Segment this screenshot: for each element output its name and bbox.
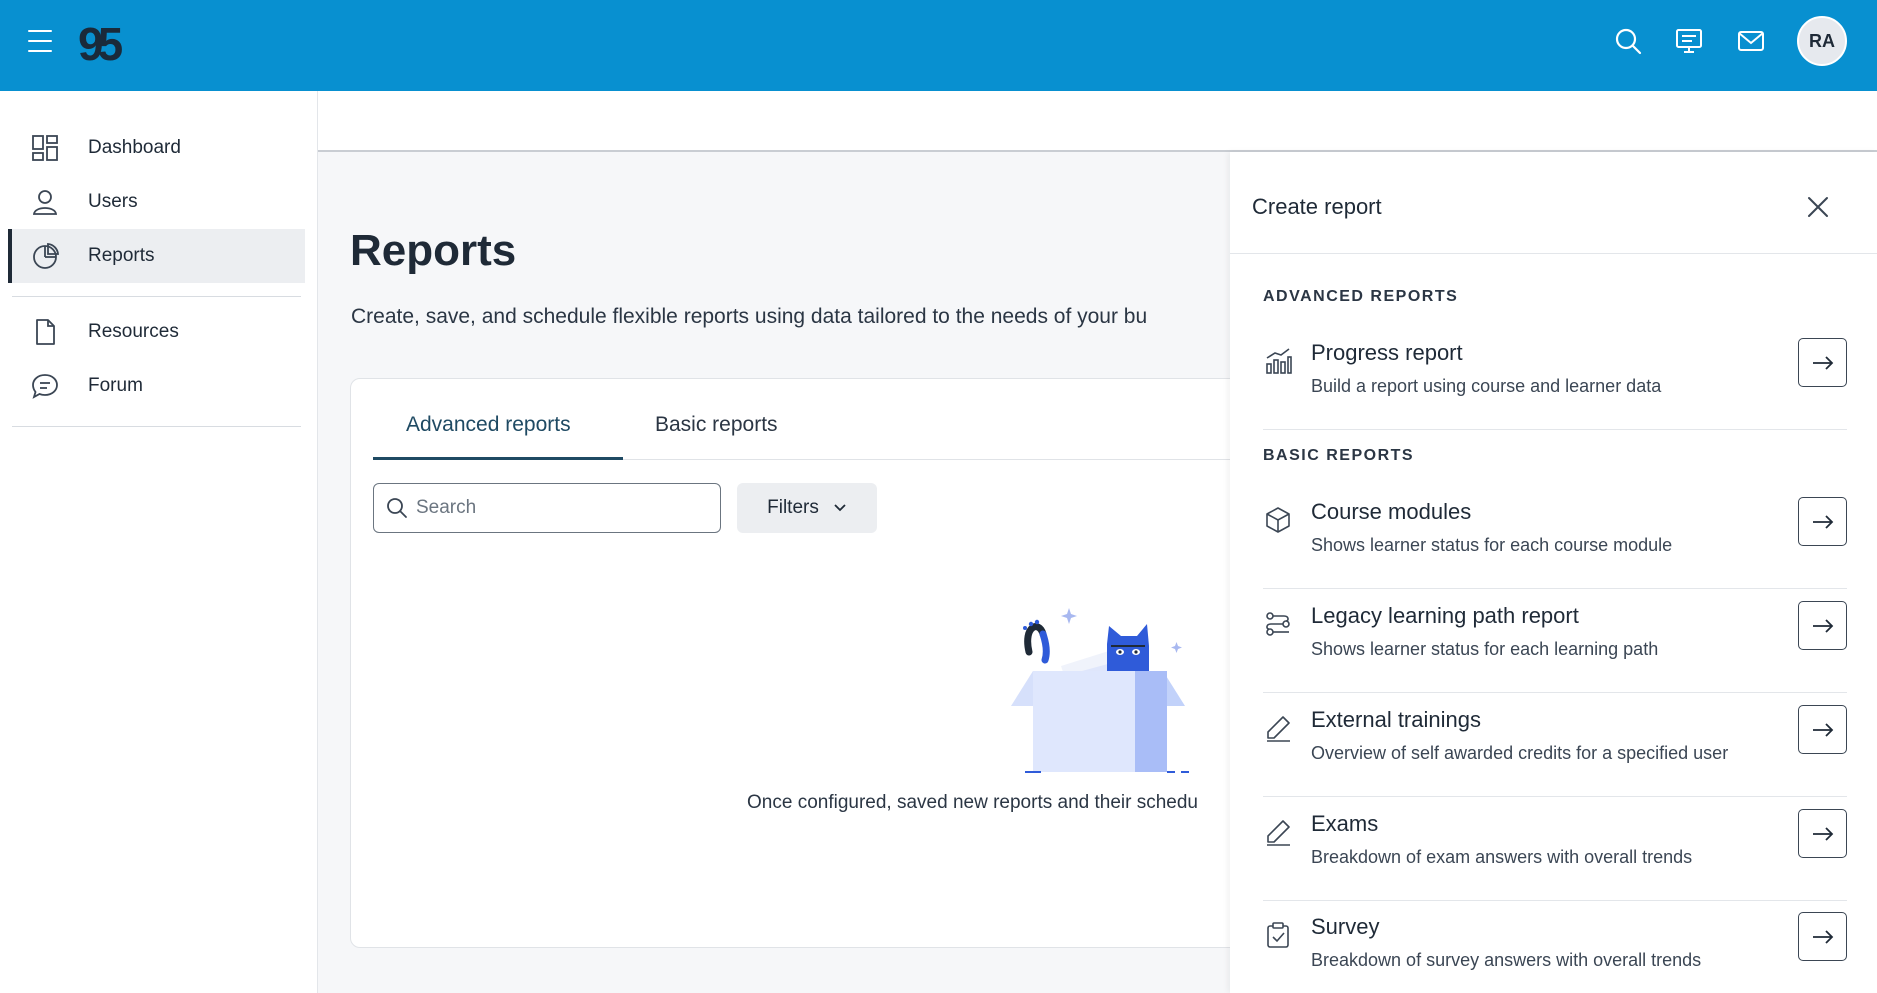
search-input[interactable]: [416, 497, 696, 519]
chevron-down-icon: [834, 504, 846, 512]
report-title: Survey: [1311, 914, 1380, 939]
report-option-legacy-learning-path[interactable]: Legacy learning path report Shows learne…: [1263, 589, 1847, 693]
page-description: Create, save, and schedule flexible repo…: [351, 305, 1148, 328]
path-icon: [1263, 609, 1293, 639]
filters-label: Filters: [767, 497, 819, 518]
report-title: Course modules: [1311, 499, 1472, 524]
arrow-right-icon: [1812, 929, 1833, 944]
pie-chart-icon: [30, 241, 60, 271]
tab-advanced-reports[interactable]: Advanced reports: [406, 413, 571, 437]
report-description: Breakdown of survey answers with overall…: [1311, 950, 1702, 970]
report-description: Breakdown of exam answers with overall t…: [1311, 847, 1693, 867]
svg-text:95: 95: [78, 18, 123, 70]
arrow-right-button[interactable]: [1798, 601, 1847, 650]
chat-icon: [30, 371, 60, 401]
section-label-basic: BASIC REPORTS: [1263, 447, 1415, 464]
report-option-exams[interactable]: Exams Breakdown of exam answers with ove…: [1263, 797, 1847, 901]
report-option-progress[interactable]: Progress report Build a report using cou…: [1263, 326, 1847, 430]
pencil-icon: [1263, 713, 1293, 743]
report-description: Shows learner status for each course mod…: [1311, 535, 1673, 555]
arrow-right-icon: [1812, 514, 1833, 529]
sidebar-item-resources[interactable]: Resources: [8, 305, 305, 359]
report-description: Build a report using course and learner …: [1311, 376, 1662, 396]
reports-card: Advanced reports Basic reports Filters O…: [350, 378, 1310, 948]
logo[interactable]: 95: [78, 14, 132, 74]
mail-icon[interactable]: [1734, 24, 1768, 58]
sidebar-item-label: Forum: [88, 375, 143, 396]
report-title: Legacy learning path report: [1311, 603, 1579, 628]
sidebar-item-label: Resources: [88, 321, 179, 342]
menu-icon[interactable]: [28, 28, 52, 54]
cat-in-box-illustration: [1011, 608, 1189, 773]
content-header-strip: [318, 91, 1877, 152]
drawer-title: Create report: [1252, 194, 1382, 219]
sidebar-item-reports[interactable]: Reports: [8, 229, 305, 283]
sidebar: Dashboard Users Reports Resources Forum: [0, 91, 318, 993]
section-label-advanced: ADVANCED REPORTS: [1263, 288, 1459, 305]
search-icon: [387, 498, 407, 518]
dashboard-icon: [30, 133, 60, 163]
arrow-right-icon: [1812, 618, 1833, 633]
close-icon[interactable]: [1803, 192, 1833, 222]
report-title: External trainings: [1311, 707, 1481, 732]
arrow-right-button[interactable]: [1798, 912, 1847, 961]
sidebar-item-label: Users: [88, 191, 138, 212]
report-option-course-modules[interactable]: Course modules Shows learner status for …: [1263, 485, 1847, 589]
page-title: Reports: [350, 226, 517, 275]
arrow-right-icon: [1812, 722, 1833, 737]
empty-state-text: Once configured, saved new reports and t…: [747, 792, 1198, 813]
sidebar-item-dashboard[interactable]: Dashboard: [8, 121, 305, 175]
user-icon: [30, 187, 60, 217]
arrow-right-button[interactable]: [1798, 338, 1847, 387]
report-description: Shows learner status for each learning p…: [1311, 639, 1659, 659]
active-tab-indicator: [373, 457, 623, 460]
sidebar-item-label: Reports: [88, 245, 155, 266]
sidebar-item-users[interactable]: Users: [8, 175, 305, 229]
report-title: Exams: [1311, 811, 1379, 836]
sidebar-divider: [12, 426, 301, 427]
clipboard-check-icon: [1263, 920, 1293, 950]
document-icon: [30, 317, 60, 347]
arrow-right-button[interactable]: [1798, 497, 1847, 546]
report-title: Progress report: [1311, 340, 1463, 365]
top-bar: 95 RA: [0, 0, 1877, 91]
sidebar-item-forum[interactable]: Forum: [8, 359, 305, 413]
sidebar-item-label: Dashboard: [88, 137, 181, 158]
sidebar-divider: [12, 296, 301, 297]
presentation-icon[interactable]: [1672, 24, 1706, 58]
tab-basic-reports[interactable]: Basic reports: [655, 413, 778, 437]
arrow-right-button[interactable]: [1798, 705, 1847, 754]
report-option-external-trainings[interactable]: External trainings Overview of self awar…: [1263, 693, 1847, 797]
cube-icon: [1263, 505, 1293, 535]
arrow-right-button[interactable]: [1798, 809, 1847, 858]
bar-chart-icon: [1263, 346, 1293, 376]
create-report-drawer: Create report ADVANCED REPORTS Progress …: [1230, 152, 1877, 993]
filters-button[interactable]: Filters: [737, 483, 877, 533]
report-option-survey[interactable]: Survey Breakdown of survey answers with …: [1263, 900, 1847, 993]
report-description: Overview of self awarded credits for a s…: [1311, 743, 1729, 763]
arrow-right-icon: [1812, 355, 1833, 370]
search-icon[interactable]: [1611, 24, 1645, 58]
arrow-right-icon: [1812, 826, 1833, 841]
avatar[interactable]: RA: [1797, 16, 1847, 66]
drawer-header: Create report: [1230, 152, 1877, 254]
search-box[interactable]: [373, 483, 721, 533]
pencil-icon: [1263, 817, 1293, 847]
